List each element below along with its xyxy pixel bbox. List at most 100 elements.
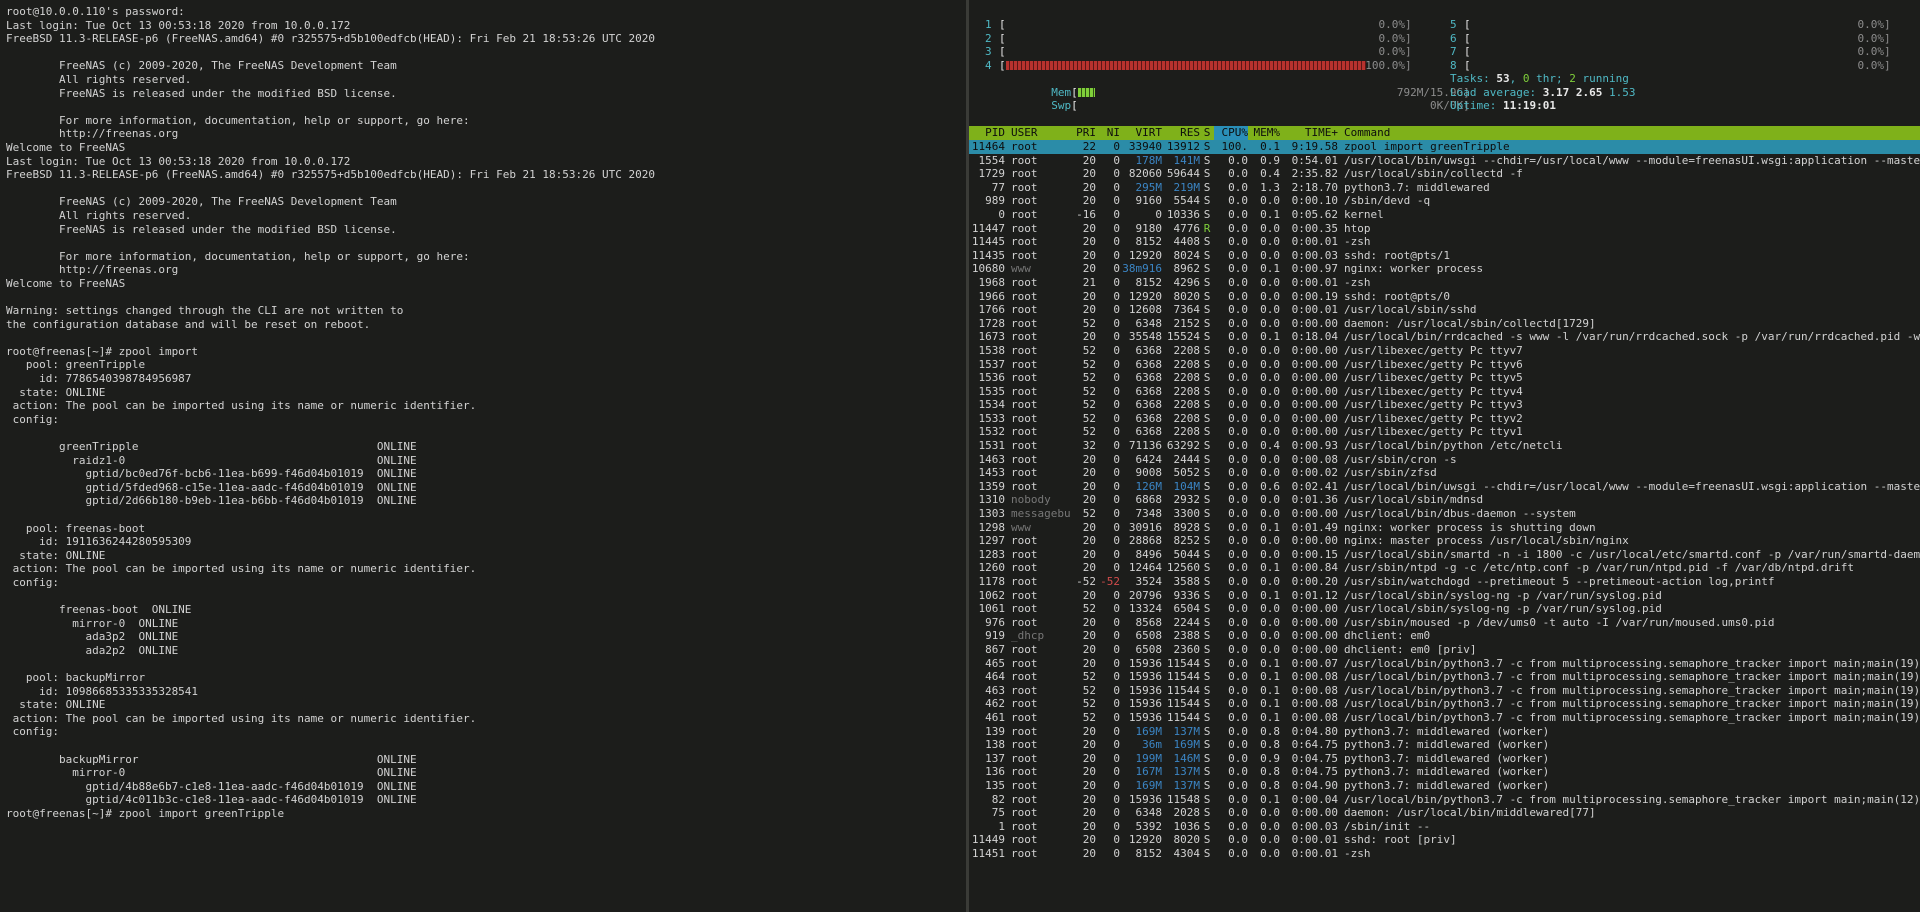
col-user-cell: root	[1011, 547, 1038, 561]
process-row[interactable]: 919 _dhcp 20 0 6508 2388 S 0.0 0.0 0:00.00 dhclien…	[969, 629, 1920, 643]
process-row[interactable]: 1532 root 52 0 6368 2208 S 0.0 0.0 0:00.00/usr/li…	[969, 425, 1920, 439]
process-row[interactable]: 464 root 52 0 15936 11544 S 0.0 0.1 0:00.08/usr/l…	[969, 670, 1920, 684]
process-row[interactable]: 1453 root 20 0 9008 5052 S 0.0 0.0 0:00.02/usr/sb…	[969, 466, 1920, 480]
process-row[interactable]: 135 root 20 0 169M 137M S 0.0 0.8 0:04.90 python3.…	[969, 779, 1920, 793]
process-row[interactable]: 11451 root 20 0 8152 4304 S 0.0 0.0 0:00.01 -zsh	[969, 847, 1920, 861]
col-cpu-cell: 0.0	[1228, 670, 1248, 684]
htop-pane[interactable]: 1[0.0%] 2[0.0%] 3[0.0%] 4[100.0%] 5[0.0%] 6[…	[969, 0, 1920, 912]
col-nice-cell: 0	[1113, 588, 1120, 602]
terminal-output[interactable]: root@10.0.0.110's password: Last login: T…	[0, 0, 966, 821]
process-row[interactable]: 976 root 20 0 8568 2244 S 0.0 0.0 0:00.00/usr/sbi…	[969, 616, 1920, 630]
process-row[interactable]: 1463 root 20 0 6424 2444 S 0.0 0.0 0:00.08/usr/sb…	[969, 453, 1920, 467]
process-row[interactable]: 989 root 20 0 9160 5544 S 0.0 0.0 0:00.10/sbin/de…	[969, 194, 1920, 208]
col-cpu-cell: 0.0	[1228, 656, 1248, 670]
process-row[interactable]: 1535 root 52 0 6368 2208 S 0.0 0.0 0:00.00/usr/li…	[969, 385, 1920, 399]
col-pid-header[interactable]: PID	[969, 126, 1005, 140]
col-command-cell: /usr/local/bin/python3.7 -c from multipr…	[1344, 710, 1920, 724]
process-row[interactable]: 11464 root 22 0 33940 13912 S 100. 0.1 9:19.58 zpo…	[969, 140, 1920, 154]
process-row[interactable]: 867 root 20 0 6508 2360 S 0.0 0.0 0:00.00 dhclient…	[969, 643, 1920, 657]
process-row[interactable]: 1283 root 20 0 8496 5044 S 0.0 0.0 0:00.15/usr/lo…	[969, 548, 1920, 562]
process-row[interactable]: 11445 root 20 0 8152 4408 S 0.0 0.0 0:00.01 -zsh	[969, 235, 1920, 249]
process-row[interactable]: 1729 root 20 0 82060 59644 S 0.0 0.4 2:35.82/usr/…	[969, 167, 1920, 181]
terminal-line: raidz1-0 ONLINE	[6, 453, 417, 467]
col-virt-header[interactable]: VIRT	[1120, 126, 1163, 140]
col-pid-cell: 1298	[978, 520, 1006, 534]
process-row[interactable]: 1534 root 52 0 6368 2208 S 0.0 0.0 0:00.00/usr/li…	[969, 398, 1920, 412]
col-time-cell: 0:18.04	[1291, 330, 1338, 344]
col-virt-cell: 15936	[1128, 697, 1162, 711]
process-row[interactable]: 1178 root -52 -52 3524 3588 S 0.0 0.0 0:00.20/usr…	[969, 575, 1920, 589]
process-row[interactable]: 10680 www 20 0 38m916 8962 S 0.0 0.1 0:00.97 nginx…	[969, 262, 1920, 276]
col-user-cell: root	[1011, 602, 1038, 616]
col-priority-header[interactable]: PRI	[1069, 126, 1096, 140]
terminal-line: state: ONLINE	[6, 698, 106, 712]
process-row[interactable]: 11447 root 20 0 9180 4776 R 0.0 0.0 0:00.35 htop	[969, 222, 1920, 236]
col-res-cell: 219M	[1173, 180, 1201, 194]
col-user-header[interactable]: USER	[1005, 126, 1069, 140]
left-terminal-pane[interactable]: root@10.0.0.110's password: Last login: T…	[0, 0, 966, 912]
process-row[interactable]: 1968 root 21 0 8152 4296 S 0.0 0.0 0:00.01 -zsh	[969, 276, 1920, 290]
process-list[interactable]: 11464 root 22 0 33940 13912 S 100. 0.1 9:19.58 zpo…	[969, 140, 1920, 860]
process-row[interactable]: 1 root 20 0 5392 1036 S 0.0 0.0 0:00.03/sbin/init…	[969, 820, 1920, 834]
process-row[interactable]: 1260 root 20 0 12464 12560 S 0.0 0.1 0:00.84/usr/…	[969, 561, 1920, 575]
process-row[interactable]: 11435 root 20 0 12920 8024 S 0.0 0.0 0:00.03 sshd:…	[969, 249, 1920, 263]
col-user-cell: root	[1011, 819, 1038, 833]
col-command-cell: /usr/local/sbin/collectd -f	[1344, 167, 1523, 181]
process-row[interactable]: 1554 root 20 0 178M 141M S 0.0 0.9 0:54.01/usr/lo…	[969, 154, 1920, 168]
process-row[interactable]: 75 root 20 0 6348 2028 S 0.0 0.0 0:00.00 daemon: /…	[969, 806, 1920, 820]
process-row[interactable]: 465 root 20 0 15936 11544 S 0.0 0.1 0:00.07/usr/l…	[969, 657, 1920, 671]
col-nice-header[interactable]: NI	[1096, 126, 1120, 140]
process-row[interactable]: 1536 root 52 0 6368 2208 S 0.0 0.0 0:00.00/usr/li…	[969, 371, 1920, 385]
process-row[interactable]: 1297 root 20 0 28868 8252 S 0.0 0.0 0:00.00 nginx:…	[969, 534, 1920, 548]
process-row[interactable]: 138 root 20 0 36m 169M S 0.0 0.8 0:64.75 python3.7…	[969, 738, 1920, 752]
col-state-cell: S	[1203, 140, 1211, 153]
col-pid-cell: 976	[985, 615, 1005, 629]
process-row[interactable]: 77 root 20 0 295M 219M S 0.0 1.3 2:18.70 python3.7…	[969, 181, 1920, 195]
col-cpu-cell: 0.0	[1228, 778, 1248, 792]
process-row[interactable]: 1303 messagebu 52 0 7348 3300 S 0.0 0.0 0:00.00/u…	[969, 507, 1920, 521]
col-pid-cell: 135	[985, 778, 1005, 792]
col-nice-cell: 0	[1113, 343, 1120, 357]
col-res-cell: 4408	[1173, 235, 1201, 249]
col-command-header[interactable]: Command	[1338, 126, 1920, 140]
col-command-cell: /usr/local/bin/python3.7 -c from multipr…	[1344, 670, 1920, 684]
process-row[interactable]: 11449 root 20 0 12920 8020 S 0.0 0.0 0:00.01 sshd:…	[969, 833, 1920, 847]
col-time-cell: 0:00.10	[1291, 194, 1338, 208]
process-row[interactable]: 0 root -16 0 0 10336 S 0.0 0.1 0:05.62 kernel	[969, 208, 1920, 222]
col-res-header[interactable]: RES	[1162, 126, 1200, 140]
process-row[interactable]: 1359 root 20 0 126M 104M S 0.0 0.6 0:02.41/usr/lo…	[969, 480, 1920, 494]
col-res-cell: 59644	[1166, 167, 1200, 181]
col-mem-cell: 0.0	[1260, 547, 1280, 561]
col-virt-cell: 15936	[1128, 670, 1162, 684]
col-pid-cell: 1766	[978, 303, 1006, 317]
process-row[interactable]: 1298 www 20 0 30916 8928 S 0.0 0.1 0:01.49 nginx: …	[969, 521, 1920, 535]
process-row[interactable]: 137 root 20 0 199M 146M S 0.0 0.9 0:04.75 python3.…	[969, 752, 1920, 766]
process-row[interactable]: 1531 root 32 0 71136 63292 S 0.0 0.4 0:00.93/usr/…	[969, 439, 1920, 453]
process-row[interactable]: 1061 root 52 0 13324 6504 S 0.0 0.0 0:00.00/usr/l…	[969, 602, 1920, 616]
process-row[interactable]: 139 root 20 0 169M 137M S 0.0 0.8 0:04.80 python3.…	[969, 725, 1920, 739]
process-row[interactable]: 462 root 52 0 15936 11544 S 0.0 0.1 0:00.08/usr/l…	[969, 697, 1920, 711]
process-row[interactable]: 1537 root 52 0 6368 2208 S 0.0 0.0 0:00.00/usr/li…	[969, 358, 1920, 372]
process-row[interactable]: 136 root 20 0 167M 137M S 0.0 0.8 0:04.75 python3.…	[969, 765, 1920, 779]
process-row[interactable]: 1728 root 52 0 6348 2152 S 0.0 0.0 0:00.00 daemon:…	[969, 317, 1920, 331]
process-row[interactable]: 1310 nobody 20 0 6868 2932 S 0.0 0.0 0:01.36/usr/…	[969, 493, 1920, 507]
process-row[interactable]: 82 root 20 0 15936 11548 S 0.0 0.1 0:00.04/usr/lo…	[969, 793, 1920, 807]
process-row[interactable]: 1766 root 20 0 12608 7364 S 0.0 0.0 0:00.01/usr/l…	[969, 303, 1920, 317]
col-cpu-header[interactable]: CPU%	[1214, 126, 1248, 140]
col-res-cell: 169M	[1173, 738, 1201, 752]
process-row[interactable]: 1538 root 52 0 6368 2208 S 0.0 0.0 0:00.00/usr/li…	[969, 344, 1920, 358]
process-row[interactable]: 1062 root 20 0 20796 9336 S 0.0 0.1 0:01.12/usr/l…	[969, 589, 1920, 603]
process-row[interactable]: 1533 root 52 0 6368 2208 S 0.0 0.0 0:00.00/usr/li…	[969, 412, 1920, 426]
col-nice-cell: 0	[1113, 697, 1120, 711]
col-time-header[interactable]: TIME+	[1280, 126, 1338, 140]
col-state-header[interactable]: S	[1200, 126, 1214, 140]
terminal-line: http://freenas.org	[6, 263, 179, 277]
process-row[interactable]: 1673 root 20 0 35548 15524 S 0.0 0.1 0:18.04/usr/…	[969, 330, 1920, 344]
col-cpu-cell: 0.0	[1228, 452, 1248, 466]
process-table-header[interactable]: PID USER PRI NI VIRT RES S CPU% MEM% TIME+ Command	[969, 126, 1920, 140]
process-row[interactable]: 1966 root 20 0 12920 8020 S 0.0 0.0 0:00.19 sshd: …	[969, 290, 1920, 304]
col-time-cell: 0:00.00	[1291, 507, 1338, 521]
col-mem-header[interactable]: MEM%	[1248, 126, 1281, 140]
process-row[interactable]: 463 root 52 0 15936 11544 S 0.0 0.1 0:00.08/usr/l…	[969, 684, 1920, 698]
process-row[interactable]: 461 root 52 0 15936 11544 S 0.0 0.1 0:00.08/usr/l…	[969, 711, 1920, 725]
